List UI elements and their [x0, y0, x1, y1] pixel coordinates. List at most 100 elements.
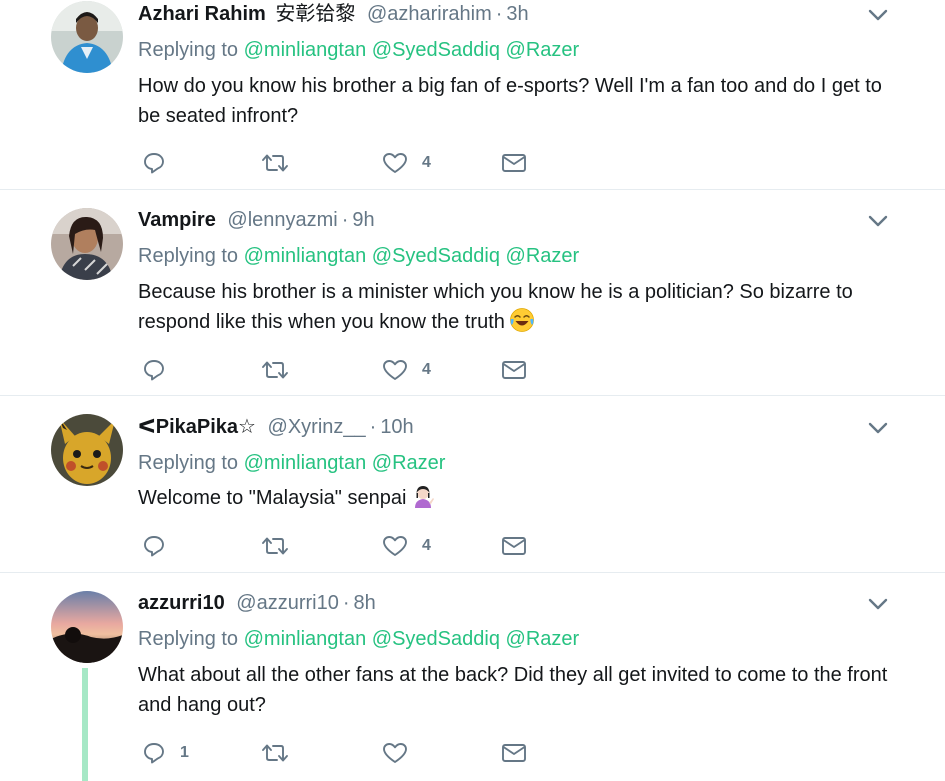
reply-button[interactable]: [142, 532, 180, 560]
tweet-text-content: Because his brother is a minister which …: [138, 281, 853, 333]
mention-link[interactable]: @minliangtan: [244, 452, 367, 474]
direct-message-button[interactable]: [501, 532, 527, 560]
heart-icon: [382, 151, 408, 175]
display-name[interactable]: ᐸPikaPika☆: [138, 416, 256, 438]
direct-message-button[interactable]: [501, 739, 527, 767]
separator-dot: ·: [342, 592, 350, 614]
timestamp[interactable]: 9h: [352, 209, 374, 231]
mention-link[interactable]: @SyedSaddiq: [372, 39, 500, 61]
chevron-down-icon[interactable]: [866, 416, 890, 440]
chevron-down-icon[interactable]: [866, 209, 890, 233]
retweet-button[interactable]: [260, 739, 304, 767]
display-name[interactable]: Vampire: [138, 209, 216, 231]
mention-link[interactable]: @Razer: [372, 452, 446, 474]
tweet-actions: 4: [138, 149, 538, 177]
avatar[interactable]: [51, 1, 123, 73]
reply-icon: [142, 358, 166, 382]
tweet-text: Because his brother is a minister which …: [138, 277, 898, 337]
avatar[interactable]: [51, 414, 123, 486]
mention-link[interactable]: @Razer: [506, 245, 580, 267]
reply-count: 1: [180, 744, 189, 761]
mention-link[interactable]: @minliangtan: [244, 39, 367, 61]
like-count: 4: [422, 537, 431, 554]
retweet-icon: [260, 534, 290, 558]
tweet[interactable]: ᐸPikaPika☆ @Xyrinz__ · 10h Replying to @mi…: [0, 396, 945, 573]
like-count: 4: [422, 361, 431, 378]
tweet-actions: 1: [138, 739, 538, 767]
retweet-button[interactable]: [260, 532, 304, 560]
thread-line: [82, 668, 88, 781]
chevron-down-icon[interactable]: [866, 592, 890, 616]
tweet[interactable]: azzurri10 @azzurri10 · 8h Replying to @min…: [0, 573, 945, 781]
separator-dot: ·: [495, 3, 503, 25]
timestamp[interactable]: 10h: [380, 416, 413, 438]
heart-icon: [382, 534, 408, 558]
display-name[interactable]: Azhari Rahim: [138, 3, 266, 25]
replying-to-label: Replying to: [138, 245, 239, 267]
replying-to-label: Replying to: [138, 39, 239, 61]
like-count: 4: [422, 154, 431, 171]
envelope-icon: [501, 151, 527, 175]
direct-message-button[interactable]: [501, 149, 527, 177]
handle[interactable]: @azharirahim: [367, 3, 492, 25]
reply-button[interactable]: [142, 356, 180, 384]
reply-icon: [142, 741, 166, 765]
display-name[interactable]: azzurri10: [138, 592, 225, 614]
mention-link[interactable]: @SyedSaddiq: [372, 245, 500, 267]
retweet-icon: [260, 151, 290, 175]
reply-button[interactable]: 1: [142, 739, 189, 767]
reply-button[interactable]: [142, 149, 180, 177]
tweet-header: azzurri10 @azzurri10 · 8h: [138, 591, 376, 615]
tweet[interactable]: Vampire @lennyazmi · 9h Replying to @minli…: [0, 190, 945, 396]
replying-to: Replying to @minliangtan @Razer: [138, 451, 445, 475]
tweet-text: Welcome to "Malaysia" senpai: [138, 483, 898, 513]
heart-icon: [382, 358, 408, 382]
like-button[interactable]: 4: [382, 532, 431, 560]
replying-to: Replying to @minliangtan @SyedSaddiq @Ra…: [138, 627, 579, 651]
reply-icon: [142, 534, 166, 558]
retweet-button[interactable]: [260, 356, 304, 384]
retweet-button[interactable]: [260, 149, 304, 177]
chevron-down-icon[interactable]: [866, 3, 890, 27]
like-button[interactable]: 4: [382, 356, 431, 384]
mention-link[interactable]: @Razer: [506, 39, 580, 61]
tweet-text: How do you know his brother a big fan of…: [138, 75, 882, 127]
timestamp[interactable]: 3h: [506, 3, 528, 25]
envelope-icon: [501, 534, 527, 558]
avatar[interactable]: [51, 591, 123, 663]
person-tipping-hand-icon: [410, 483, 436, 509]
reply-icon: [142, 151, 166, 175]
retweet-icon: [260, 741, 290, 765]
handle[interactable]: @lennyazmi: [227, 209, 337, 231]
tweet-actions: 4: [138, 356, 538, 384]
direct-message-button[interactable]: [501, 356, 527, 384]
tweet[interactable]: Azhari Rahim 安彰铪黎 @azharirahim · 3h Replyi…: [0, 0, 945, 190]
separator-dot: ·: [369, 416, 377, 438]
replying-to-label: Replying to: [138, 628, 239, 650]
tweet-text-content: Welcome to "Malaysia" senpai: [138, 487, 407, 509]
handle[interactable]: @Xyrinz__: [268, 416, 366, 438]
timestamp[interactable]: 8h: [354, 592, 376, 614]
mention-link[interactable]: @Razer: [506, 628, 580, 650]
mention-link[interactable]: @minliangtan: [244, 245, 367, 267]
separator-dot: ·: [341, 209, 349, 231]
replying-to: Replying to @minliangtan @SyedSaddiq @Ra…: [138, 38, 579, 62]
tweet-actions: 4: [138, 532, 538, 560]
replying-to: Replying to @minliangtan @SyedSaddiq @Ra…: [138, 244, 579, 268]
like-button[interactable]: 4: [382, 149, 431, 177]
mention-link[interactable]: @SyedSaddiq: [372, 628, 500, 650]
handle[interactable]: @azzurri10: [236, 592, 339, 614]
tweet-text: What about all the other fans at the bac…: [138, 664, 888, 716]
tweet-header: Azhari Rahim 安彰铪黎 @azharirahim · 3h: [138, 2, 529, 26]
tweet-header: ᐸPikaPika☆ @Xyrinz__ · 10h: [138, 415, 414, 439]
avatar[interactable]: [51, 208, 123, 280]
replying-to-label: Replying to: [138, 452, 239, 474]
display-name-suffix: 安彰铪黎: [275, 3, 356, 25]
heart-icon: [382, 741, 408, 765]
face-with-tears-of-joy-icon: [509, 307, 535, 333]
mention-link[interactable]: @minliangtan: [244, 628, 367, 650]
envelope-icon: [501, 358, 527, 382]
envelope-icon: [501, 741, 527, 765]
like-button[interactable]: [382, 739, 422, 767]
tweet-header: Vampire @lennyazmi · 9h: [138, 208, 375, 232]
